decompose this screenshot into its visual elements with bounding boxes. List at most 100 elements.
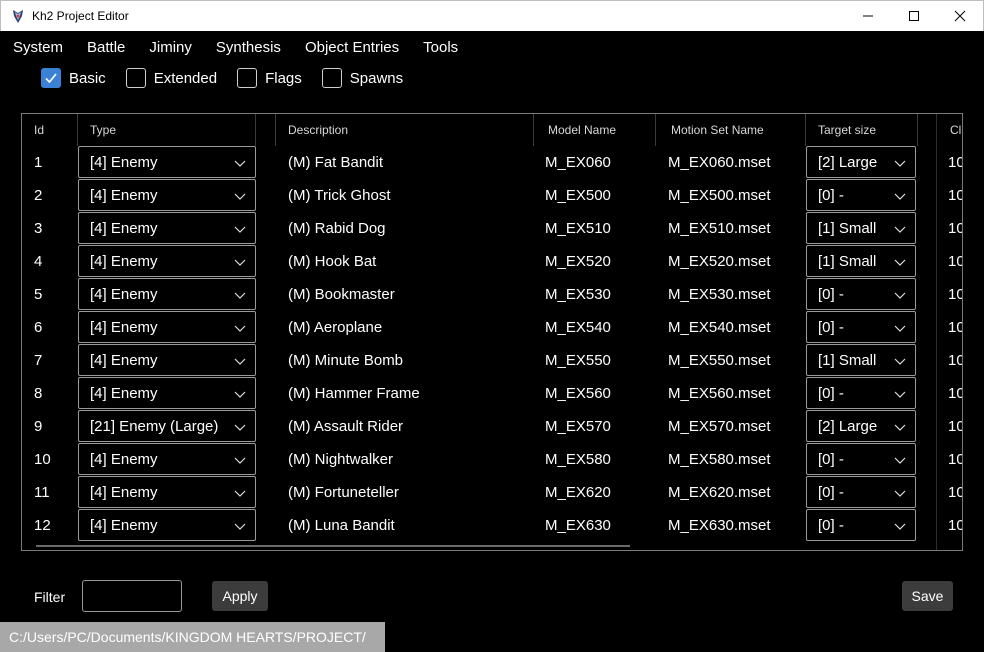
type-dropdown[interactable]: [4] Enemy — [78, 377, 256, 409]
cell-motion-set-name[interactable]: M_EX580.mset — [668, 443, 804, 476]
target-size-dropdown[interactable]: [0] - — [806, 476, 916, 508]
table-row[interactable]: 7 [4] Enemy (M) Minute Bomb M_EX550 M_EX550.… — [22, 344, 962, 377]
cell-description[interactable]: (M) Trick Ghost — [288, 179, 532, 212]
table-row[interactable]: 8 [4] Enemy (M) Hammer Frame M_EX560 M_EX560… — [22, 377, 962, 410]
cell-model-name[interactable]: M_EX550 — [545, 344, 655, 377]
cell-description[interactable]: (M) Hammer Frame — [288, 377, 532, 410]
cell-description[interactable]: (M) Fat Bandit — [288, 146, 532, 179]
table-row[interactable]: 2 [4] Enemy (M) Trick Ghost M_EX500 M_EX500.… — [22, 179, 962, 212]
maximize-button[interactable] — [891, 1, 937, 31]
cell-model-name[interactable]: M_EX540 — [545, 311, 655, 344]
checkbox-extended-box[interactable] — [125, 68, 146, 88]
cell-motion-set-name[interactable]: M_EX530.mset — [668, 278, 804, 311]
cell-model-name[interactable]: M_EX510 — [545, 212, 655, 245]
column-header-model-name[interactable]: Model Name — [534, 114, 656, 146]
target-size-dropdown[interactable]: [1] Small — [806, 245, 916, 277]
save-button[interactable]: Save — [902, 581, 953, 611]
table-row[interactable]: 1 [4] Enemy (M) Fat Bandit M_EX060 M_EX060.m… — [22, 146, 962, 179]
cell-model-name[interactable]: M_EX560 — [545, 377, 655, 410]
type-dropdown[interactable]: [4] Enemy — [78, 245, 256, 277]
table-row[interactable]: 12 [4] Enemy (M) Luna Bandit M_EX630 M_EX630… — [22, 509, 962, 542]
target-size-dropdown[interactable]: [2] Large — [806, 410, 916, 442]
cell-description[interactable]: (M) Rabid Dog — [288, 212, 532, 245]
cell-motion-set-name[interactable]: M_EX570.mset — [668, 410, 804, 443]
checkbox-flags[interactable]: Flags — [237, 68, 302, 88]
cell-description[interactable]: (M) Luna Bandit — [288, 509, 532, 542]
cell-model-name[interactable]: M_EX580 — [545, 443, 655, 476]
cell-description[interactable]: (M) Nightwalker — [288, 443, 532, 476]
table-row[interactable]: 6 [4] Enemy (M) Aeroplane M_EX540 M_EX540.ms… — [22, 311, 962, 344]
cell-model-name[interactable]: M_EX060 — [545, 146, 655, 179]
target-size-dropdown[interactable]: [0] - — [806, 377, 916, 409]
cell-cl[interactable]: 10 — [948, 311, 962, 344]
target-size-dropdown[interactable]: [0] - — [806, 179, 916, 211]
target-size-dropdown[interactable]: [0] - — [806, 509, 916, 541]
horizontal-scrollbar[interactable] — [36, 545, 630, 547]
menu-battle[interactable]: Battle — [75, 39, 137, 56]
checkbox-flags-box[interactable] — [237, 68, 258, 88]
checkbox-spawns[interactable]: Spawns — [321, 68, 403, 88]
type-dropdown[interactable]: [4] Enemy — [78, 509, 256, 541]
cell-cl[interactable]: 10 — [948, 278, 962, 311]
cell-cl[interactable]: 10 — [948, 509, 962, 542]
type-dropdown[interactable]: [4] Enemy — [78, 443, 256, 475]
type-dropdown[interactable]: [21] Enemy (Large) — [78, 410, 256, 442]
type-dropdown[interactable]: [4] Enemy — [78, 212, 256, 244]
cell-cl[interactable]: 10 — [948, 212, 962, 245]
cell-description[interactable]: (M) Aeroplane — [288, 311, 532, 344]
menu-system[interactable]: System — [0, 39, 75, 56]
object-entries-grid[interactable]: Id Type Description Model Name Motion Se… — [21, 113, 963, 551]
table-row[interactable]: 9 [21] Enemy (Large) (M) Assault Rider M_EX… — [22, 410, 962, 443]
cell-cl[interactable]: 10 — [948, 245, 962, 278]
checkbox-spawns-box[interactable] — [321, 68, 342, 88]
cell-description[interactable]: (M) Hook Bat — [288, 245, 532, 278]
cell-cl[interactable]: 10 — [948, 146, 962, 179]
cell-description[interactable]: (M) Assault Rider — [288, 410, 532, 443]
type-dropdown[interactable]: [4] Enemy — [78, 476, 256, 508]
type-dropdown[interactable]: [4] Enemy — [78, 179, 256, 211]
cell-motion-set-name[interactable]: M_EX550.mset — [668, 344, 804, 377]
target-size-dropdown[interactable]: [0] - — [806, 443, 916, 475]
apply-button[interactable]: Apply — [212, 581, 268, 611]
column-header-description[interactable]: Description — [276, 114, 534, 146]
checkbox-basic[interactable]: Basic — [41, 68, 106, 88]
target-size-dropdown[interactable]: [2] Large — [806, 146, 916, 178]
cell-cl[interactable]: 10 — [948, 377, 962, 410]
table-row[interactable]: 11 [4] Enemy (M) Fortuneteller M_EX620 M_EX6… — [22, 476, 962, 509]
column-header-motion-set-name[interactable]: Motion Set Name — [656, 114, 806, 146]
cell-motion-set-name[interactable]: M_EX560.mset — [668, 377, 804, 410]
menu-tools[interactable]: Tools — [411, 39, 470, 56]
table-row[interactable]: 3 [4] Enemy (M) Rabid Dog M_EX510 M_EX510.ms… — [22, 212, 962, 245]
menu-object-entries[interactable]: Object Entries — [293, 39, 411, 56]
cell-motion-set-name[interactable]: M_EX620.mset — [668, 476, 804, 509]
minimize-button[interactable] — [845, 1, 891, 31]
cell-cl[interactable]: 10 — [948, 443, 962, 476]
menu-jiminy[interactable]: Jiminy — [137, 39, 204, 56]
cell-motion-set-name[interactable]: M_EX520.mset — [668, 245, 804, 278]
cell-model-name[interactable]: M_EX500 — [545, 179, 655, 212]
cell-description[interactable]: (M) Fortuneteller — [288, 476, 532, 509]
column-header-id[interactable]: Id — [22, 114, 78, 146]
cell-motion-set-name[interactable]: M_EX510.mset — [668, 212, 804, 245]
cell-model-name[interactable]: M_EX530 — [545, 278, 655, 311]
type-dropdown[interactable]: [4] Enemy — [78, 311, 256, 343]
cell-model-name[interactable]: M_EX620 — [545, 476, 655, 509]
checkbox-extended[interactable]: Extended — [125, 68, 217, 88]
cell-description[interactable]: (M) Bookmaster — [288, 278, 532, 311]
type-dropdown[interactable]: [4] Enemy — [78, 146, 256, 178]
close-button[interactable] — [937, 1, 983, 31]
cell-model-name[interactable]: M_EX570 — [545, 410, 655, 443]
type-dropdown[interactable]: [4] Enemy — [78, 344, 256, 376]
column-header-target-size[interactable]: Target size — [806, 114, 918, 146]
table-row[interactable]: 4 [4] Enemy (M) Hook Bat M_EX520 M_EX520.mse… — [22, 245, 962, 278]
table-row[interactable]: 5 [4] Enemy (M) Bookmaster M_EX530 M_EX530.m… — [22, 278, 962, 311]
filter-input[interactable] — [82, 580, 182, 612]
target-size-dropdown[interactable]: [1] Small — [806, 344, 916, 376]
cell-motion-set-name[interactable]: M_EX540.mset — [668, 311, 804, 344]
cell-model-name[interactable]: M_EX630 — [545, 509, 655, 542]
target-size-dropdown[interactable]: [0] - — [806, 311, 916, 343]
target-size-dropdown[interactable]: [1] Small — [806, 212, 916, 244]
table-row[interactable]: 10 [4] Enemy (M) Nightwalker M_EX580 M_EX580… — [22, 443, 962, 476]
cell-motion-set-name[interactable]: M_EX060.mset — [668, 146, 804, 179]
cell-cl[interactable]: 10 — [948, 476, 962, 509]
